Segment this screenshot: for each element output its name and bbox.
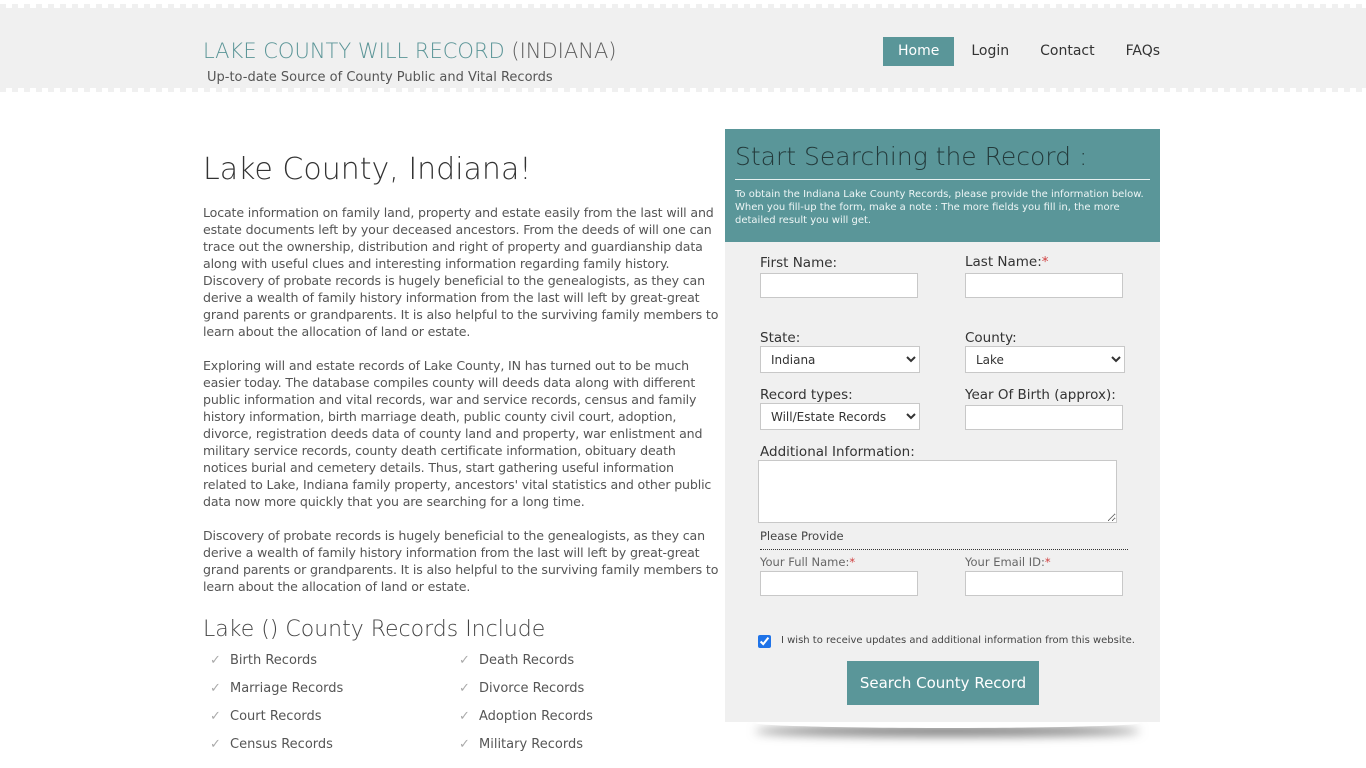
record-label: Divorce Records <box>479 681 585 696</box>
check-icon: ✓ <box>210 709 221 724</box>
check-icon: ✓ <box>459 737 470 752</box>
intro-paragraph-2: Exploring will and estate records of Lak… <box>203 358 712 509</box>
search-county-record-button[interactable]: Search County Record <box>847 661 1039 705</box>
intro-paragraph-3: Discovery of probate records is hugely b… <box>203 528 719 594</box>
main-nav: Home Login Contact FAQs <box>883 37 1160 66</box>
first-name-input[interactable] <box>760 273 918 298</box>
nav-login[interactable]: Login <box>971 37 1009 66</box>
county-select[interactable]: Lake <box>965 346 1125 373</box>
records-include-title: Lake () County Records Include <box>203 617 546 642</box>
check-icon: ✓ <box>459 653 470 668</box>
record-label: Marriage Records <box>230 681 344 696</box>
form-intro: To obtain the Indiana Lake County Record… <box>735 189 1144 226</box>
additional-info-label: Additional Information: <box>760 444 915 460</box>
please-provide-label: Please Provide <box>760 529 844 543</box>
form-title: Start Searching the Record : <box>735 129 1150 180</box>
records-list: ✓ Birth Records ✓ Death Records ✓ Marriage … <box>210 652 719 753</box>
nav-faqs[interactable]: FAQs <box>1126 37 1160 66</box>
email-input[interactable] <box>965 571 1123 596</box>
check-icon: ✓ <box>459 709 470 724</box>
main-content: Lake County, Indiana! Locate information… <box>203 150 719 753</box>
record-item: ✓ Birth Records <box>210 652 459 669</box>
last-name-label-text: Last Name: <box>965 254 1042 270</box>
full-name-label: Your Full Name:* <box>760 555 855 569</box>
record-item: ✓ Death Records <box>459 652 708 669</box>
state-select[interactable]: Indiana <box>760 346 920 373</box>
record-item: ✓ Divorce Records <box>459 680 708 697</box>
record-label: Court Records <box>230 709 322 724</box>
check-icon: ✓ <box>459 681 470 696</box>
site-title[interactable]: LAKE COUNTY WILL RECORD (INDIANA) <box>203 39 617 63</box>
site-title-main: LAKE COUNTY WILL RECORD <box>203 39 505 63</box>
record-item: ✓ Adoption Records <box>459 708 708 725</box>
intro-paragraph-1: Locate information on family land, prope… <box>203 205 719 339</box>
nav-contact[interactable]: Contact <box>1040 37 1094 66</box>
full-name-input[interactable] <box>760 571 918 596</box>
updates-checkbox[interactable] <box>758 635 771 648</box>
last-name-label: Last Name:* <box>965 254 1049 270</box>
record-types-label: Record types: <box>760 387 853 403</box>
record-label: Birth Records <box>230 653 318 668</box>
record-label: Military Records <box>479 737 583 752</box>
full-name-label-text: Your Full Name: <box>760 555 850 569</box>
required-mark: * <box>1041 254 1049 270</box>
county-label: County: <box>965 330 1017 346</box>
required-mark: * <box>1044 555 1051 569</box>
check-icon: ✓ <box>210 681 221 696</box>
record-item: ✓ Marriage Records <box>210 680 459 697</box>
year-of-birth-input[interactable] <box>965 405 1123 430</box>
last-name-input[interactable] <box>965 273 1123 298</box>
page-title: Lake County, Indiana! <box>203 152 532 187</box>
site-title-state: (INDIANA) <box>511 39 617 63</box>
record-label: Adoption Records <box>479 709 593 724</box>
record-item: ✓ Census Records <box>210 736 459 753</box>
nav-home[interactable]: Home <box>883 37 955 66</box>
state-label: State: <box>760 330 801 346</box>
first-name-label: First Name: <box>760 255 838 271</box>
record-item: ✓ Military Records <box>459 736 708 753</box>
required-mark: * <box>849 555 856 569</box>
check-icon: ✓ <box>210 653 221 668</box>
site-tagline: Up-to-date Source of County Public and V… <box>207 70 553 85</box>
site-header: LAKE COUNTY WILL RECORD (INDIANA) Up-to-… <box>0 4 1366 92</box>
year-of-birth-label: Year Of Birth (approx): <box>965 387 1116 403</box>
email-label-text: Your Email ID: <box>965 555 1045 569</box>
additional-info-textarea[interactable] <box>758 460 1117 523</box>
record-item: ✓ Court Records <box>210 708 459 725</box>
email-label: Your Email ID:* <box>965 555 1051 569</box>
check-icon: ✓ <box>210 737 221 752</box>
form-header: Start Searching the Record : To obtain t… <box>725 129 1160 242</box>
section-divider <box>760 549 1128 550</box>
record-label: Death Records <box>479 653 575 668</box>
record-types-select[interactable]: Will/Estate Records <box>760 403 920 430</box>
updates-checkbox-label: I wish to receive updates and additional… <box>781 635 1135 646</box>
record-label: Census Records <box>230 737 333 752</box>
